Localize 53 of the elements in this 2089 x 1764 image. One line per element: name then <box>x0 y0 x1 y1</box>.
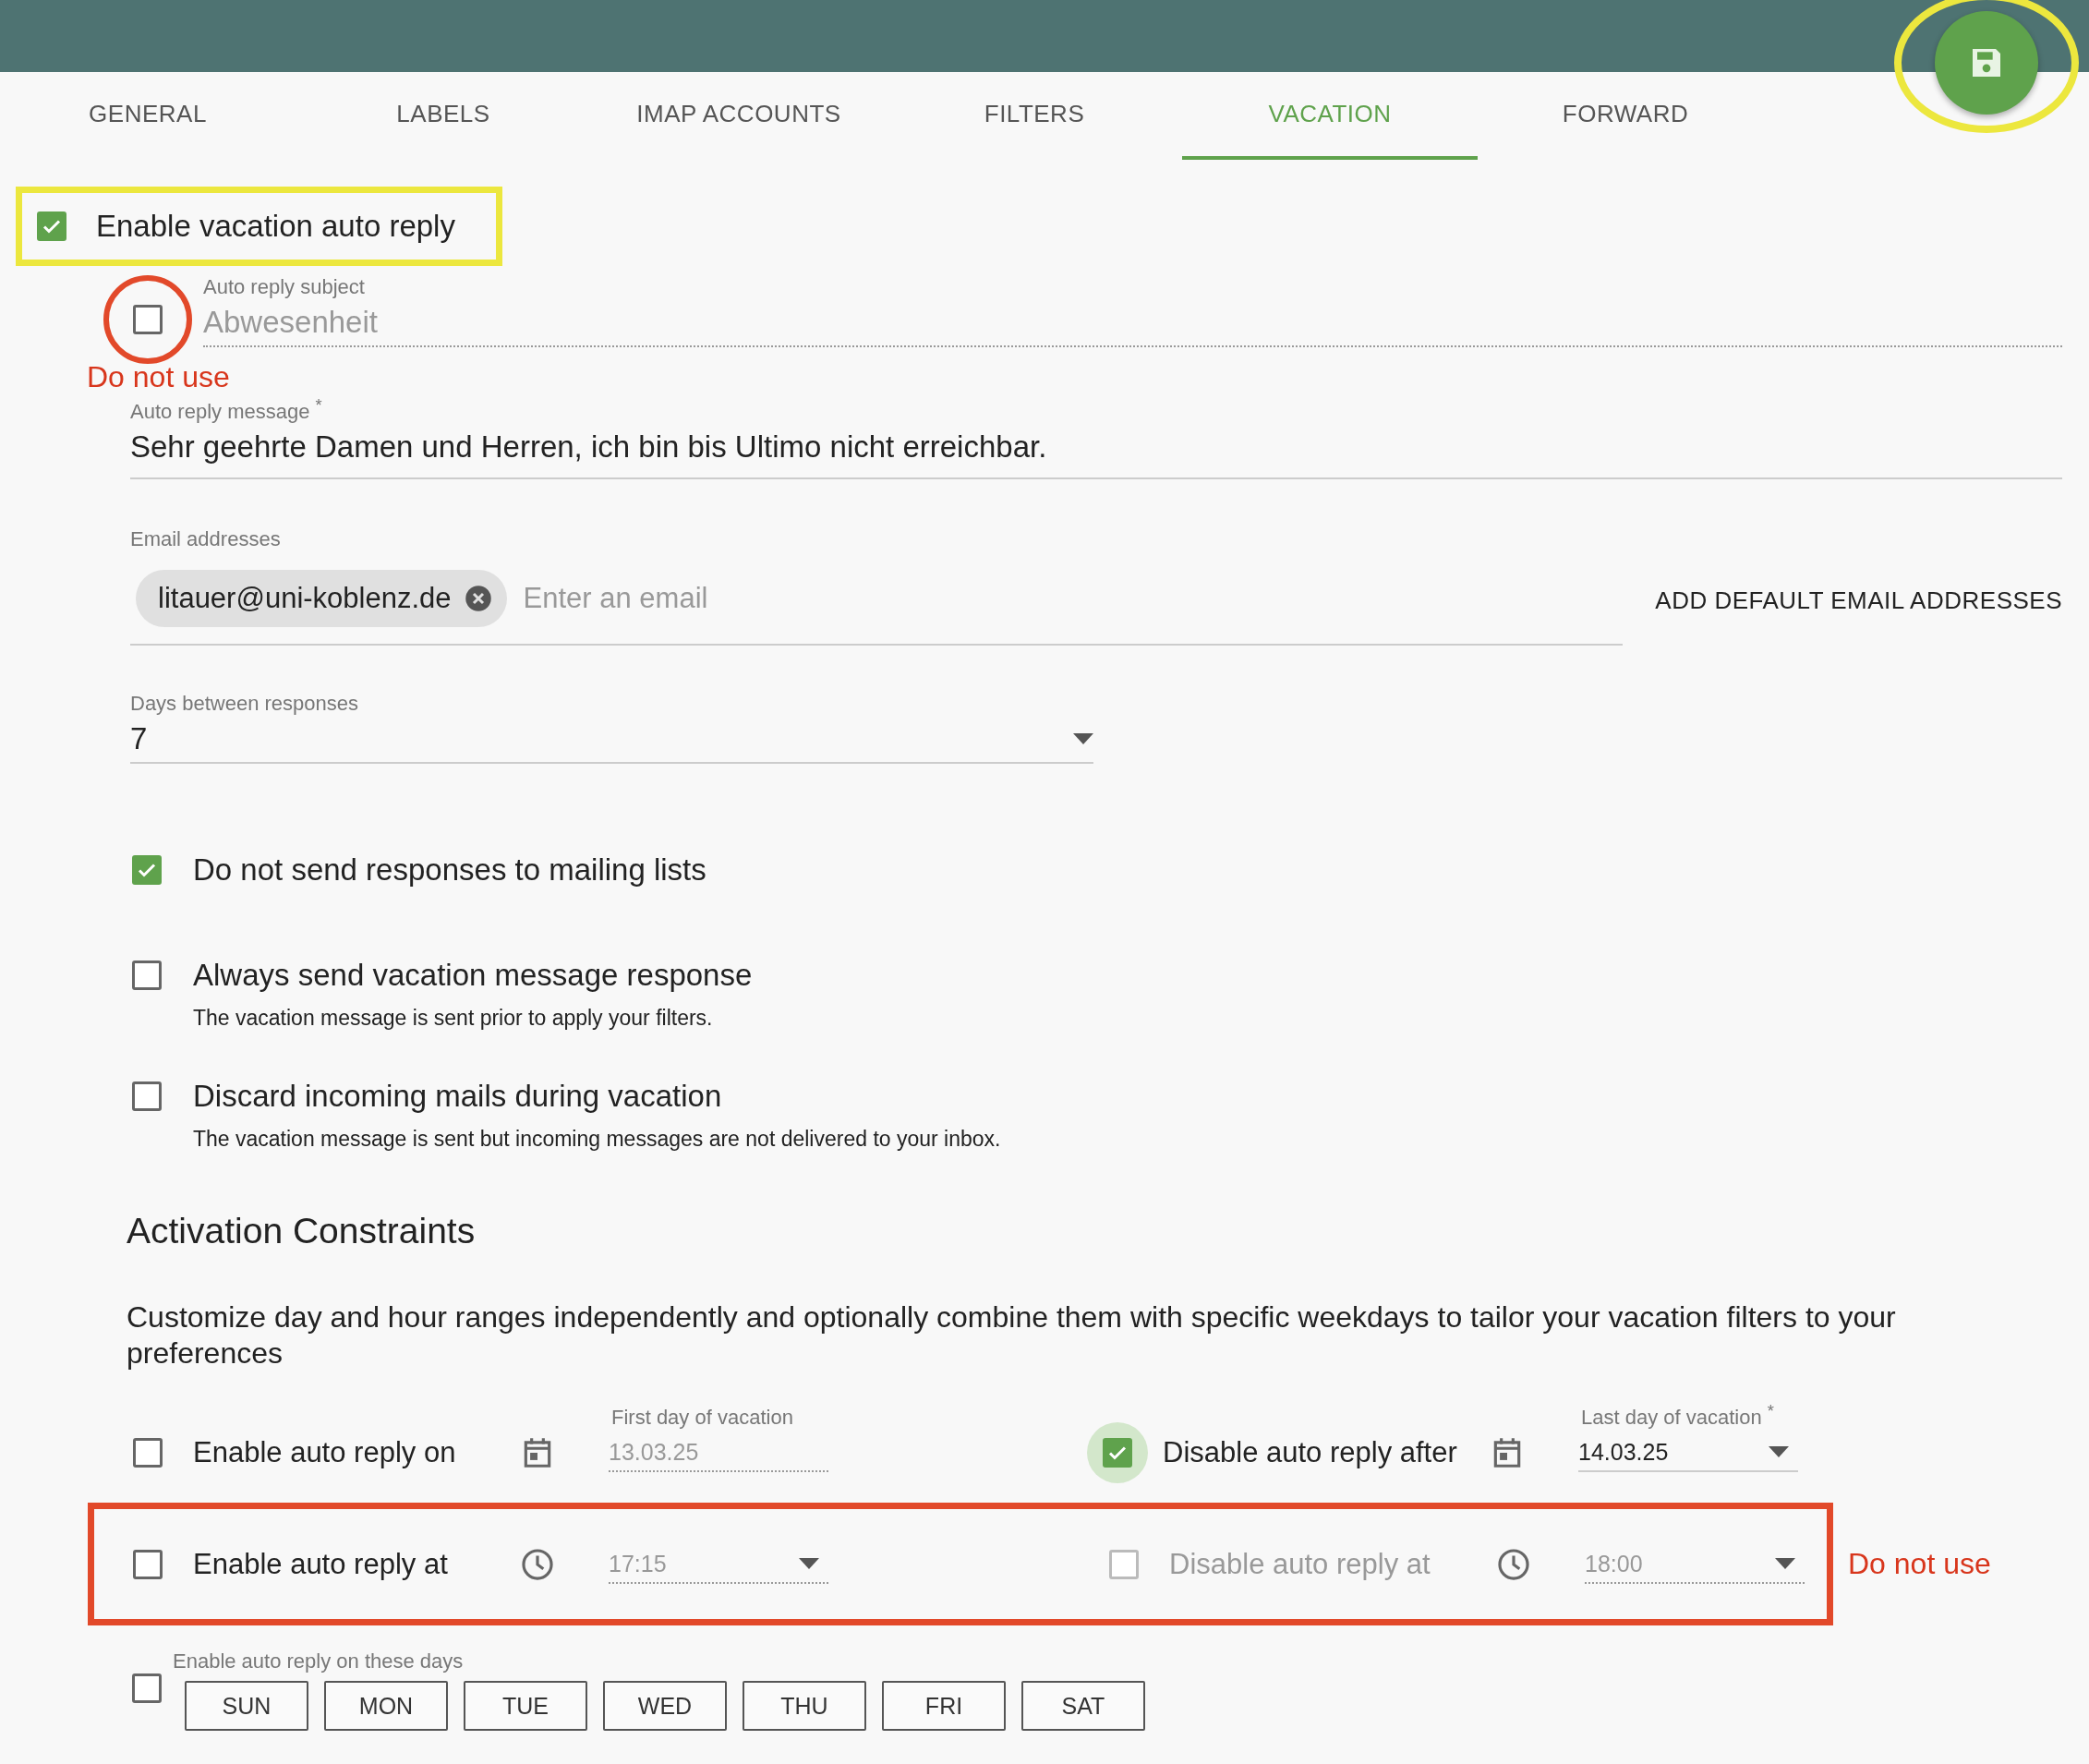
field-label: Email addresses <box>130 527 282 552</box>
checkbox-label: Discard incoming mails during vacation <box>193 1079 723 1115</box>
weekday-toggle[interactable]: MON <box>324 1681 448 1732</box>
checkbox-label: Do not send responses to mailing lists <box>193 852 706 888</box>
section-description: Customize day and hour ranges independently and optionally combine them with specific weekdays to tailor your vacation filters to your preferences <box>127 1299 1897 1372</box>
checkbox-label: Enable vacation auto reply <box>96 209 455 244</box>
weekday-toggle[interactable]: WED <box>603 1681 727 1732</box>
field-label: Days between responses <box>130 692 360 717</box>
option-hint: The vacation message is sent but incoming messages are not delivered to your inbox. <box>193 1127 1001 1153</box>
caret-icon <box>1775 1557 1795 1569</box>
email-chip[interactable]: litauer@uni-koblenz.de <box>136 570 507 628</box>
field-label: Auto reply subject <box>203 275 366 299</box>
caret-icon <box>1073 733 1093 745</box>
checkbox[interactable] <box>133 1438 163 1468</box>
checkbox[interactable] <box>37 211 66 241</box>
tab[interactable]: IMAP ACCOUNTS <box>591 72 887 160</box>
tab[interactable]: FILTERS <box>887 72 1182 160</box>
checkbox[interactable] <box>1103 1438 1132 1468</box>
checkbox[interactable] <box>132 961 162 991</box>
checkbox[interactable] <box>132 855 162 886</box>
field-label: Enable auto reply on these days <box>173 1649 465 1674</box>
field-label: First day of vacation <box>611 1406 793 1431</box>
annotation-note: Do not use <box>87 360 231 393</box>
checkbox[interactable] <box>132 1081 162 1112</box>
checkbox-label: Enable auto reply on <box>193 1436 457 1470</box>
save-button[interactable] <box>1935 11 2038 115</box>
message-field[interactable]: Sehr geehrte Damen und Herren, ich bin bis Ultimo nicht erreichbar. <box>130 424 2062 480</box>
field-label: Auto reply message $^{*}$ <box>130 394 323 425</box>
checkbox[interactable] <box>132 1673 162 1704</box>
days-select[interactable]: 7 <box>130 716 1093 765</box>
clock-icon[interactable] <box>520 1546 555 1582</box>
weekday-toggle[interactable]: FRI <box>882 1681 1006 1732</box>
weekday-toggle[interactable]: TUE <box>464 1681 587 1732</box>
remove-icon[interactable] <box>464 585 492 613</box>
section-heading: Activation Constraints <box>127 1211 477 1252</box>
checkbox[interactable] <box>133 1549 163 1579</box>
checkbox-label: Always send vacation message response <box>193 958 753 994</box>
annotation-note: Do not use <box>1848 1547 1991 1582</box>
weekday-toggle[interactable]: SAT <box>1021 1681 1145 1732</box>
email-input[interactable]: Enter an email <box>523 582 1078 616</box>
checkbox-label: Enable auto reply at <box>193 1547 449 1581</box>
field-label: Last day of vacation $^{*}$ <box>1581 1400 1774 1431</box>
checkbox-label: Disable auto reply after <box>1163 1436 1458 1470</box>
caret-icon <box>799 1557 819 1569</box>
weekday-toggle[interactable]: SUN <box>185 1681 308 1732</box>
add-default-emails-button[interactable]: ADD DEFAULT EMAIL ADDRESSES <box>1655 578 2062 622</box>
caret-icon <box>1769 1446 1789 1458</box>
option-hint: The vacation message is sent prior to apply your filters. <box>193 1006 714 1032</box>
checkbox-label: Disable auto reply at <box>1169 1547 1431 1581</box>
tab[interactable]: LABELS <box>296 72 591 160</box>
weekday-toggle[interactable]: THU <box>743 1681 866 1732</box>
tab[interactable]: GENERAL <box>0 72 296 160</box>
tab[interactable]: FORWARD <box>1478 72 1773 160</box>
